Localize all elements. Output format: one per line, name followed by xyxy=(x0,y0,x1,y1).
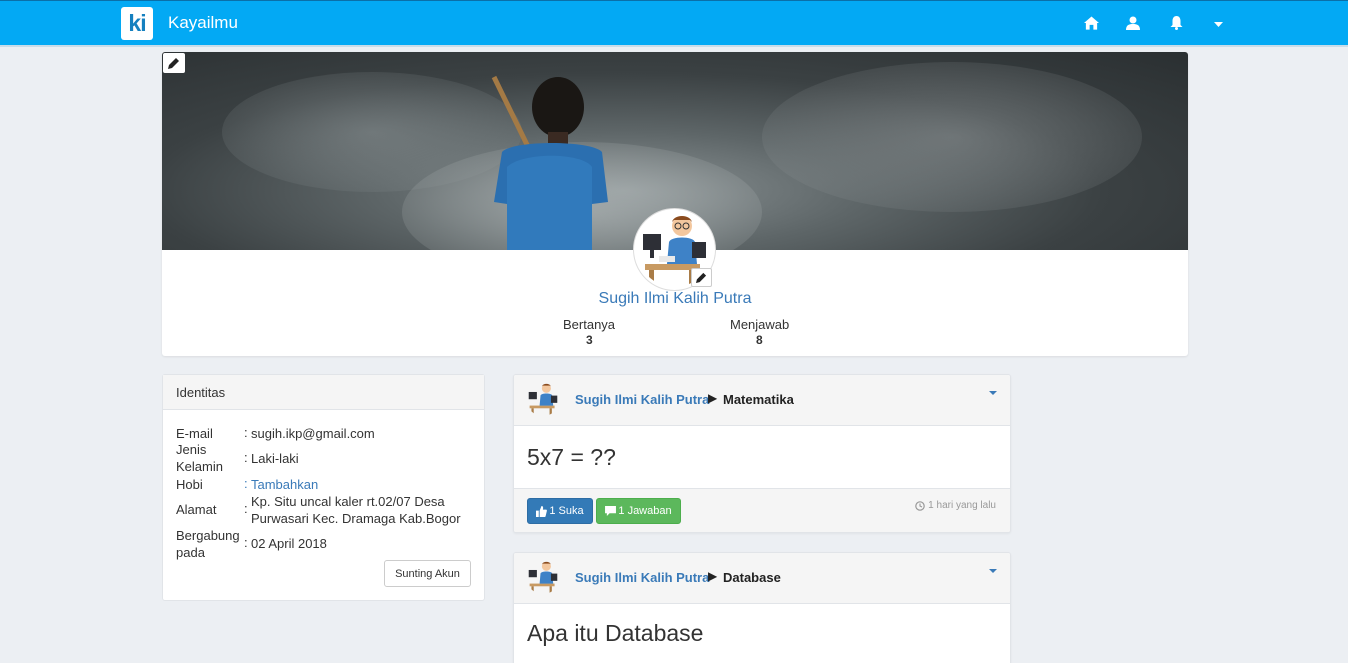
play-arrow-icon: ▶ xyxy=(708,569,718,583)
home-icon[interactable] xyxy=(1082,14,1100,32)
stat-label-questions: Bertanya xyxy=(563,317,616,332)
address-value-line1: Kp. Situ uncal kaler rt.02/07 Desa xyxy=(251,494,445,509)
joined-value: 02 April 2018 xyxy=(251,536,327,551)
caret-down-icon[interactable] xyxy=(1209,14,1227,32)
logo-text: ki xyxy=(128,10,146,36)
identity-title: Identitas xyxy=(163,375,484,410)
avatar-illustration xyxy=(526,560,560,594)
brand-name[interactable]: Kayailmu xyxy=(168,13,238,33)
like-label: 1 Suka xyxy=(549,505,584,517)
author-avatar[interactable] xyxy=(526,382,560,416)
stat-value-questions: 3 xyxy=(586,333,593,347)
joined-label-line1: Bergabung xyxy=(176,528,240,543)
colon: : xyxy=(244,476,248,491)
timestamp: 1 hari yang lalu xyxy=(915,500,996,511)
brand-logo[interactable]: ki xyxy=(121,7,153,40)
colon: : xyxy=(244,501,248,516)
joined-label-line2: pada xyxy=(176,545,205,560)
gender-label-line1: Jenis xyxy=(176,442,207,457)
email-label: E-mail xyxy=(176,426,213,441)
play-arrow-icon: ▶ xyxy=(708,391,718,405)
edit-avatar-button[interactable] xyxy=(691,268,712,287)
like-button[interactable]: 1 Suka xyxy=(527,498,593,524)
edit-account-button[interactable]: Sunting Akun xyxy=(384,560,471,587)
comment-icon xyxy=(605,506,617,516)
stat-value-answers: 8 xyxy=(756,333,763,347)
question-body: 5x7 = ?? xyxy=(514,426,1010,489)
thumbs-up-icon xyxy=(536,505,548,517)
question-card: Sugih Ilmi Kalih Putra ▶ Matematika 5x7 … xyxy=(513,374,1011,533)
author-name-link[interactable]: Sugih Ilmi Kalih Putra xyxy=(575,570,709,585)
gender-value: Laki-laki xyxy=(251,451,299,466)
card-menu-caret-icon[interactable] xyxy=(989,569,997,573)
profile-card: Sugih Ilmi Kalih Putra Bertanya 3 Menjaw… xyxy=(162,52,1188,356)
add-hobby-link[interactable]: Tambahkan xyxy=(251,476,318,493)
clock-icon xyxy=(915,500,925,511)
hobby-label: Hobi xyxy=(176,477,203,492)
gender-label-line2: Kelamin xyxy=(176,459,223,474)
profile-name[interactable]: Sugih Ilmi Kalih Putra xyxy=(162,290,1188,308)
identity-panel: Identitas E-mail : sugih.ikp@gmail.com J… xyxy=(162,374,485,601)
colon: : xyxy=(244,425,248,440)
question-header: Sugih Ilmi Kalih Putra ▶ Database xyxy=(514,553,1010,604)
edit-cover-button[interactable] xyxy=(163,53,185,73)
question-header: Sugih Ilmi Kalih Putra ▶ Matematika xyxy=(514,375,1010,426)
question-card: Sugih Ilmi Kalih Putra ▶ Database Apa it… xyxy=(513,552,1011,663)
answers-label: 1 Jawaban xyxy=(618,505,672,517)
author-avatar[interactable] xyxy=(526,560,560,594)
stat-label-answers: Menjawab xyxy=(730,317,790,332)
address-value-line2: Purwasari Kec. Dramaga Kab.Bogor xyxy=(251,511,461,526)
user-icon[interactable] xyxy=(1124,14,1142,32)
card-menu-caret-icon[interactable] xyxy=(989,391,997,395)
pencil-icon xyxy=(696,272,707,283)
colon: : xyxy=(244,535,248,550)
question-footer: 1 Suka 1 Jawaban 1 hari yang lalu xyxy=(514,489,1010,532)
author-name-link[interactable]: Sugih Ilmi Kalih Putra xyxy=(575,392,709,407)
subject-name[interactable]: Database xyxy=(723,570,781,585)
avatar-illustration xyxy=(526,382,560,416)
navbar: ki Kayailmu xyxy=(0,0,1348,47)
question-text[interactable]: 5x7 = ?? xyxy=(527,444,616,471)
question-body: Apa itu Database xyxy=(514,604,1010,663)
address-label: Alamat xyxy=(176,502,217,517)
question-text[interactable]: Apa itu Database xyxy=(527,620,703,647)
colon: : xyxy=(244,450,248,465)
answers-button[interactable]: 1 Jawaban xyxy=(596,498,681,524)
subject-name[interactable]: Matematika xyxy=(723,392,794,407)
timestamp-text: 1 hari yang lalu xyxy=(928,500,996,511)
bell-icon[interactable] xyxy=(1167,14,1185,32)
email-value: sugih.ikp@gmail.com xyxy=(251,426,375,441)
pencil-icon xyxy=(168,58,179,69)
